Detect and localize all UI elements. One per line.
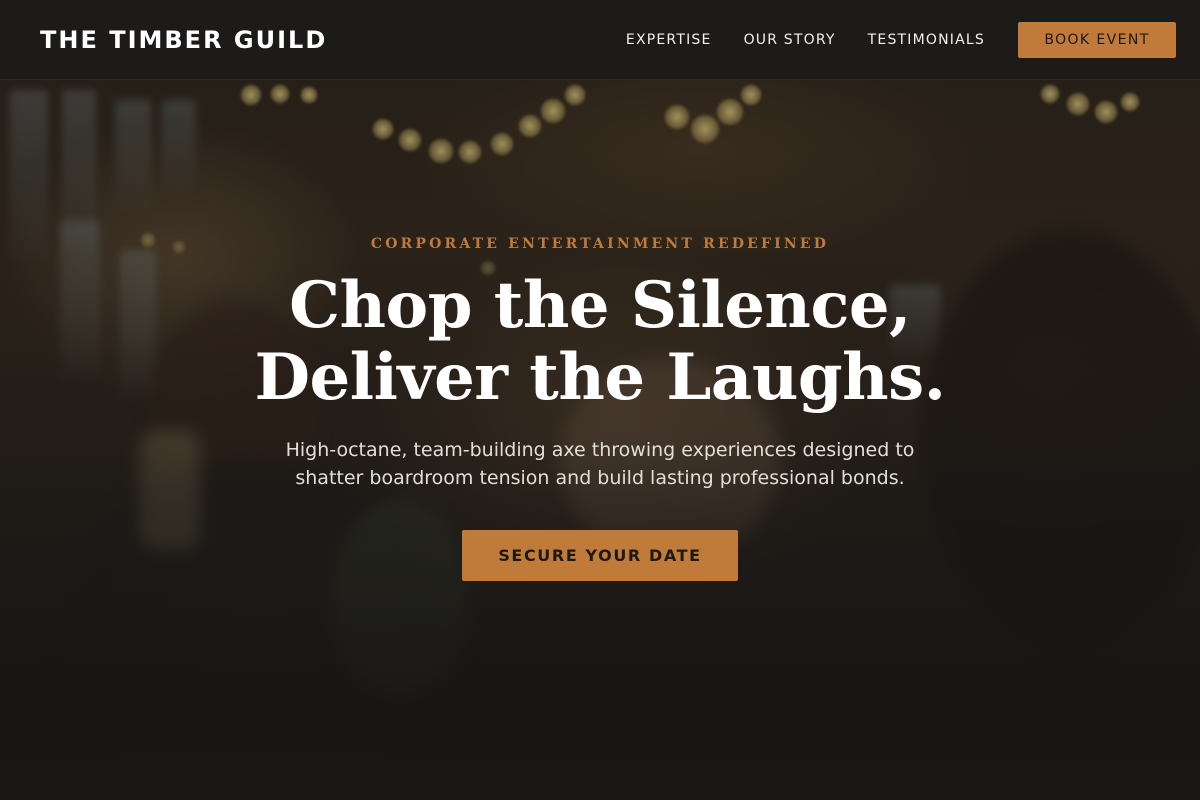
brand-logo[interactable]: THE TIMBER GUILD bbox=[40, 26, 327, 54]
hero-eyebrow: CORPORATE ENTERTAINMENT REDEFINED bbox=[370, 236, 830, 252]
site-header: THE TIMBER GUILD EXPERTISE OUR STORY TES… bbox=[0, 0, 1200, 80]
hero-subtitle-line-1: High-octane, team-building axe throwing … bbox=[285, 439, 915, 461]
nav-link-expertise[interactable]: EXPERTISE bbox=[626, 32, 712, 48]
hero-section: CORPORATE ENTERTAINMENT REDEFINED Chop t… bbox=[0, 236, 1200, 581]
hero-headline-line-2: Deliver the Laughs. bbox=[254, 340, 946, 415]
nav-link-testimonials[interactable]: TESTIMONIALS bbox=[868, 32, 985, 48]
secure-your-date-button[interactable]: SECURE YOUR DATE bbox=[462, 530, 738, 581]
main-nav: EXPERTISE OUR STORY TESTIMONIALS BOOK EV… bbox=[594, 21, 1176, 58]
book-event-button[interactable]: BOOK EVENT bbox=[1018, 21, 1176, 58]
hero-headline: Chop the Silence, Deliver the Laughs. bbox=[0, 270, 1200, 414]
hero-headline-line-1: Chop the Silence, bbox=[289, 268, 911, 343]
landing-page: THE TIMBER GUILD EXPERTISE OUR STORY TES… bbox=[0, 0, 1200, 800]
hero-subtitle-line-2: shatter boardroom tension and build last… bbox=[295, 467, 905, 489]
nav-link-our-story[interactable]: OUR STORY bbox=[744, 32, 836, 48]
hero-subtitle: High-octane, team-building axe throwing … bbox=[250, 436, 950, 492]
